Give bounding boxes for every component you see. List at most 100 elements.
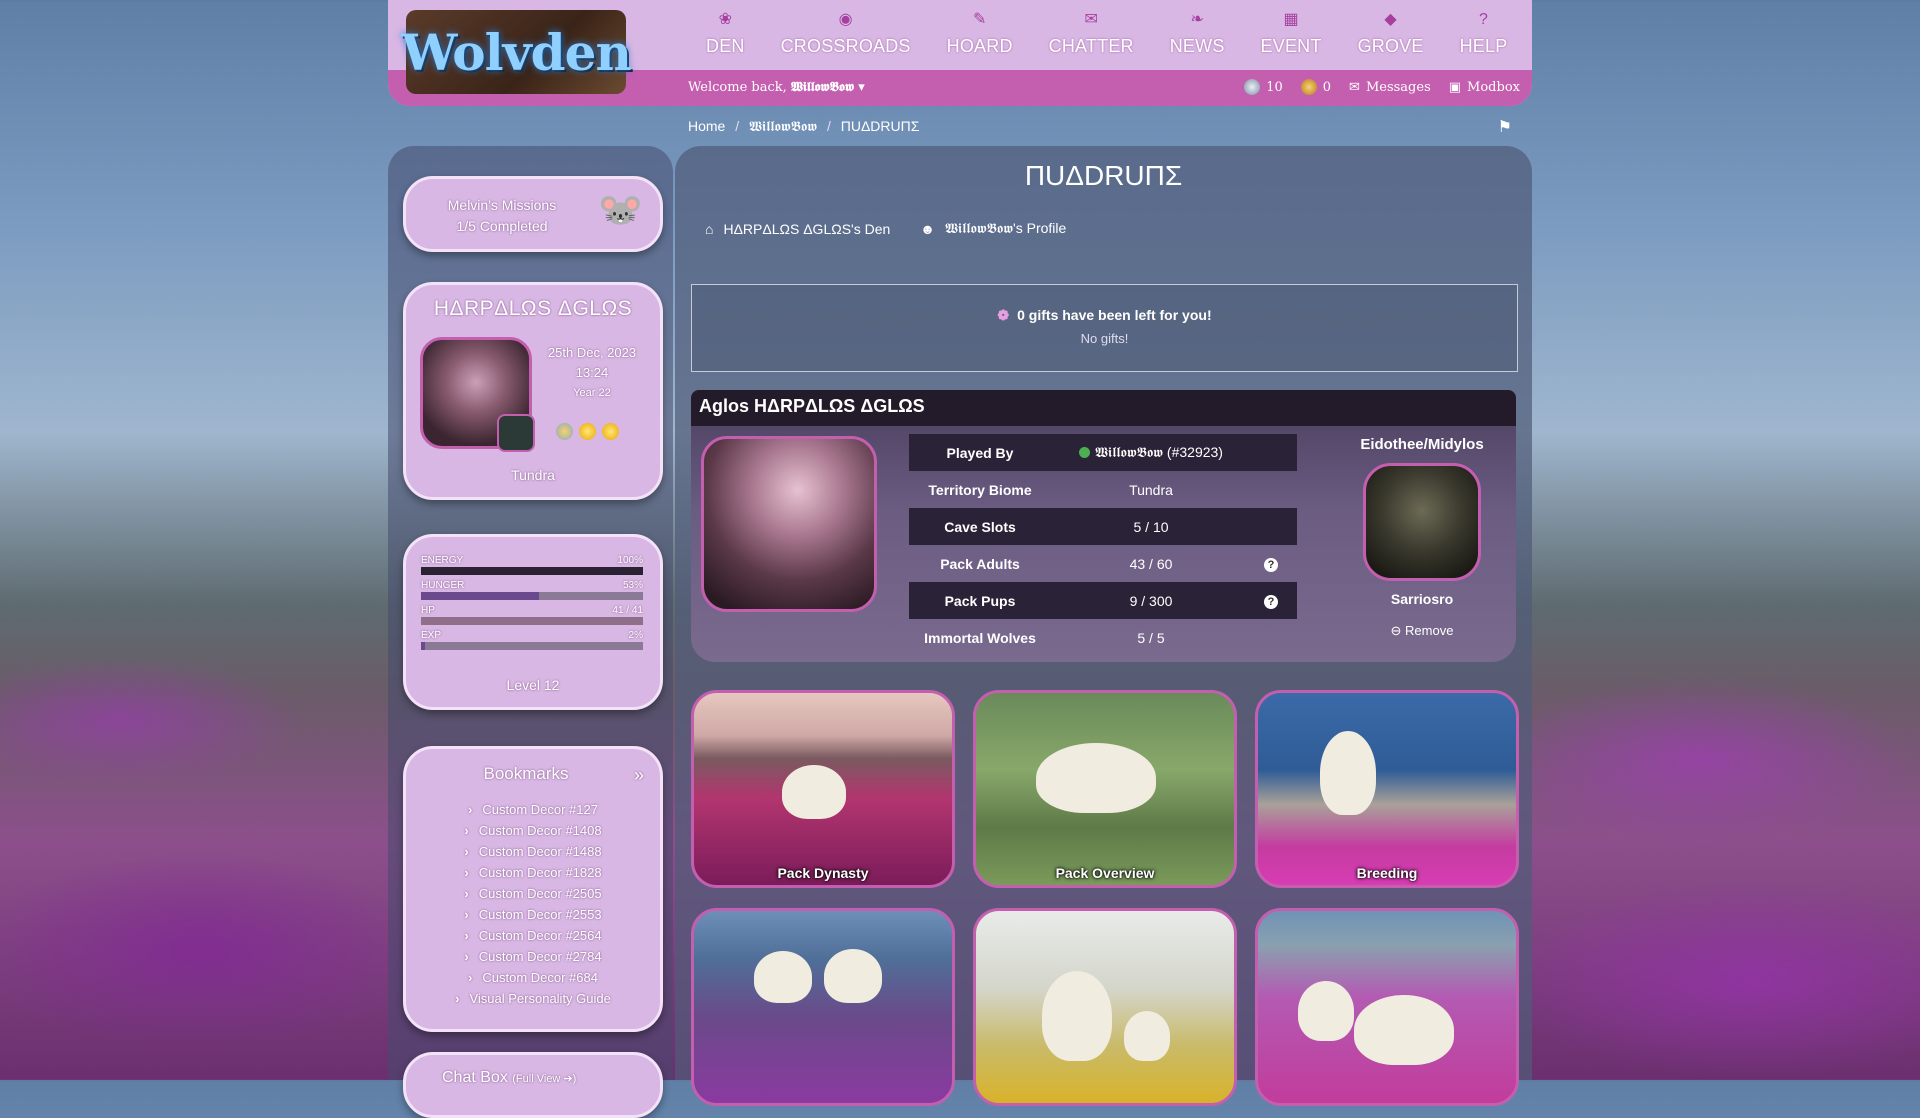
site-header: Wolvden ❀ DEN ◉ CROSSROADS ✎ HOARD ✉ CHATTER ❧ NE… xyxy=(388,0,1532,106)
bookmark-link[interactable]: Custom Decor #2784 xyxy=(406,946,660,967)
stat-row-hp: HP 41 / 41 xyxy=(421,605,643,625)
pack-row-key: Territory Biome xyxy=(928,481,1032,498)
breadcrumb-home[interactable]: Home xyxy=(688,118,725,134)
nav-item-help[interactable]: ? HELP xyxy=(1442,10,1526,57)
messages-link[interactable]: ✉ Messages xyxy=(1349,80,1431,95)
question-icon: ? xyxy=(1479,11,1488,28)
pack-tile-breeding[interactable]: Breeding xyxy=(1255,690,1519,888)
breadcrumb-current: ΠUΔDRUΠΣ xyxy=(840,118,920,134)
pack-title: Aglos HΔRPΔLΩS ΔGLΩS xyxy=(699,396,925,416)
nav-item-hoard[interactable]: ✎ HOARD xyxy=(929,10,1031,57)
missions-title: Melvin's Missions xyxy=(447,197,557,213)
wolf-badges xyxy=(556,423,619,440)
pack-row-key: Played By xyxy=(946,444,1014,461)
nav-item-chatter[interactable]: ✉ CHATTER xyxy=(1031,10,1152,57)
username[interactable]: 𝖂𝖎𝖑𝖑𝖔𝖜𝕭𝖔𝖜 xyxy=(791,80,854,95)
nav-item-news[interactable]: ❧ NEWS xyxy=(1152,10,1243,57)
pack-row-key: Immortal Wolves xyxy=(924,629,1036,646)
messages-label: Messages xyxy=(1365,79,1431,95)
stat-row-energy: ENERGY 100% xyxy=(421,555,643,575)
breadcrumb-user[interactable]: 𝖂𝖎𝖑𝖑𝖔𝖜𝕭𝖔𝖜 xyxy=(749,119,817,135)
bookmarks-expand-icon[interactable]: » xyxy=(634,765,644,786)
stat-label: HP xyxy=(421,605,435,616)
stat-value: 53% xyxy=(622,580,643,591)
nav-item-crossroads[interactable]: ◉ CROSSROADS xyxy=(763,10,929,57)
profile-link[interactable]: ☻ 𝖂𝖎𝖑𝖑𝖔𝖜𝕭𝖔𝖜's Profile xyxy=(920,220,1066,237)
wolf-time: 13:24 xyxy=(575,365,609,380)
wolf-year: Year 22 xyxy=(573,387,611,399)
minus-circle-icon: ⊖ xyxy=(1390,623,1402,638)
second-leader-avatar[interactable] xyxy=(1363,463,1481,581)
pack-row-value[interactable]: 𝖂𝖎𝖑𝖑𝖔𝖜𝕭𝖔𝖜 (#32923) xyxy=(1051,444,1251,461)
wolf-name[interactable]: HΔRPΔLΩS ΔGLΩS xyxy=(406,297,660,321)
modbox-link[interactable]: ▣ Modbox xyxy=(1449,80,1520,95)
stat-bar xyxy=(421,642,643,650)
coins-counter[interactable]: 0 xyxy=(1300,79,1332,95)
sidebar: Melvin's Missions 1/5 Completed 🐭 HΔRPΔL… xyxy=(388,146,673,1118)
help-icon[interactable]: ? xyxy=(1264,595,1278,609)
bookmark-link[interactable]: Custom Decor #1828 xyxy=(406,862,660,883)
bookmark-link[interactable]: Custom Decor #2553 xyxy=(406,904,660,925)
pack-tile-pack-overview[interactable]: Pack Overview xyxy=(973,690,1237,888)
bookmark-link[interactable]: Custom Decor #127 xyxy=(406,799,660,820)
gems-counter[interactable]: 10 xyxy=(1244,79,1283,95)
pack-leader-avatar[interactable] xyxy=(701,436,877,612)
site-logo[interactable]: Wolvden xyxy=(401,10,632,94)
missions-card[interactable]: Melvin's Missions 1/5 Completed 🐭 xyxy=(403,176,663,252)
stat-label: HUNGER xyxy=(421,580,465,591)
pack-tile-link-4[interactable] xyxy=(691,908,955,1106)
bookmark-page-icon[interactable]: ⚑ xyxy=(1498,117,1512,137)
bookmarks-list: Custom Decor #127Custom Decor #1408Custo… xyxy=(406,799,660,1009)
bookmark-link[interactable]: Custom Decor #1488 xyxy=(406,841,660,862)
user-dropdown-caret-icon[interactable]: ▾ xyxy=(858,80,865,95)
nav-label: HOARD xyxy=(946,36,1013,56)
breadcrumb-separator: / xyxy=(826,118,831,134)
second-leader-name[interactable]: Sarriosro xyxy=(1337,591,1507,607)
profile-link-suffix: 's Profile xyxy=(1013,220,1067,236)
pack-tile-link-5[interactable] xyxy=(973,908,1237,1106)
gifts-panel: ❁ 0 gifts have been left for you! No gift… xyxy=(691,284,1518,372)
pack-row-help: ? xyxy=(1251,555,1291,572)
calendar-icon: ▦ xyxy=(1283,11,1299,28)
bookmark-link[interactable]: Custom Decor #2505 xyxy=(406,883,660,904)
chat-box-title: Chat Box (Full View ➔) xyxy=(442,1069,576,1087)
bookmark-link[interactable]: Visual Personality Guide xyxy=(406,988,660,1009)
nav-item-den[interactable]: ❀ DEN xyxy=(688,10,763,57)
nav-item-event[interactable]: ▦ EVENT xyxy=(1243,10,1340,57)
status-bar: 10 0 ✉ Messages ▣ Modbox xyxy=(1244,79,1520,95)
wolf-biome: Tundra xyxy=(511,467,555,483)
nav-label: NEWS xyxy=(1169,36,1225,56)
active-wolf-card: HΔRPΔLΩS ΔGLΩS 25th Dec, 2023 13:24 Year… xyxy=(403,282,663,500)
coins-value: 0 xyxy=(1322,79,1332,95)
pack-tile-pack-dynasty[interactable]: Pack Dynasty xyxy=(691,690,955,888)
pack-tile-link-6[interactable] xyxy=(1255,908,1519,1106)
nav-item-grove[interactable]: ◆ GROVE xyxy=(1340,10,1442,57)
welcome-text[interactable]: Welcome back, 𝖂𝖎𝖑𝖑𝖔𝖜𝕭𝖔𝖜 ▾ xyxy=(688,80,865,95)
polar-bear-image xyxy=(1354,995,1454,1065)
den-link[interactable]: ⌂ HΔRPΔLΩS ΔGLΩS's Den xyxy=(705,220,890,237)
chat-full-view-link[interactable]: (Full View ➔) xyxy=(512,1073,576,1085)
pack-row-value-text: 𝖂𝖎𝖑𝖑𝖔𝖜𝕭𝖔𝖜 (#32923) xyxy=(1095,444,1223,460)
remove-button[interactable]: ⊖ Remove xyxy=(1337,623,1507,639)
gem-currency-icon xyxy=(1244,79,1261,95)
stat-bar-fill xyxy=(421,617,643,625)
breadcrumb: Home / 𝖂𝖎𝖑𝖑𝖔𝖜𝕭𝖔𝖜 / ΠUΔDRUΠΣ xyxy=(688,118,925,135)
den-link-label: HΔRPΔLΩS ΔGLΩS's Den xyxy=(723,220,891,237)
stat-bar xyxy=(421,592,643,600)
bookmark-link[interactable]: Custom Decor #2564 xyxy=(406,925,660,946)
profile-link-user: 𝖂𝖎𝖑𝖑𝖔𝖜𝕭𝖔𝖜 xyxy=(945,221,1014,237)
wolf-sub-avatar[interactable] xyxy=(497,414,535,452)
bookmark-link[interactable]: Custom Decor #684 xyxy=(406,967,660,988)
help-icon[interactable]: ? xyxy=(1264,558,1278,572)
second-leader: Eidothee/Midylos Sarriosro ⊖ Remove xyxy=(1337,436,1507,639)
bookmark-link[interactable]: Custom Decor #1408 xyxy=(406,820,660,841)
gem-icon: ◆ xyxy=(1384,11,1397,28)
polar-bear-image xyxy=(1042,971,1112,1061)
remove-label: Remove xyxy=(1405,623,1454,638)
missions-text: Melvin's Missions 1/5 Completed xyxy=(442,195,562,237)
pack-row-value-text: 9 / 300 xyxy=(1129,592,1173,609)
modbox-label: Modbox xyxy=(1467,79,1520,95)
leaf-icon: ❧ xyxy=(1190,11,1204,28)
wolf-level: Level 12 xyxy=(506,677,560,693)
pack-row-help: ? xyxy=(1251,592,1291,609)
